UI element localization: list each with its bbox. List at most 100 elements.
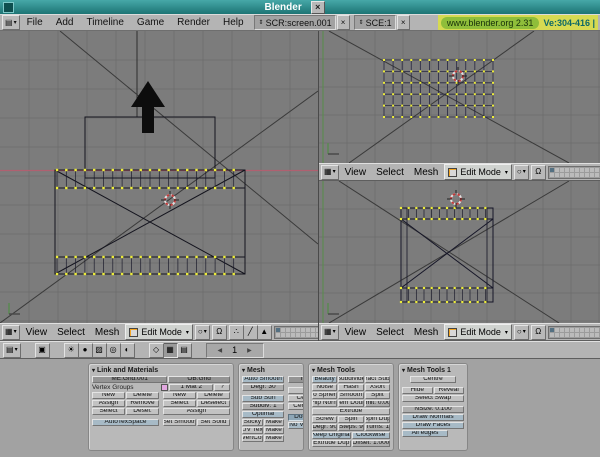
layer-cell[interactable] [281,328,285,332]
layer-cell[interactable] [590,173,594,177]
sticky-make-button[interactable]: Make [264,419,285,426]
layer-cell[interactable] [550,328,554,332]
menu-render[interactable]: Render [171,15,216,30]
layer-cell[interactable] [575,333,579,337]
layer-cell[interactable] [570,173,574,177]
double-sided-toggle[interactable]: Double Sided [288,414,304,421]
layer-cell[interactable] [301,333,305,337]
optimal-toggle[interactable]: Optimal [242,411,284,418]
layer-cell[interactable] [306,328,310,332]
turns-field[interactable]: Turns: 1 [365,424,390,431]
menu-add[interactable]: Add [50,15,80,30]
menu-file[interactable]: File [21,15,49,30]
steps-field[interactable]: Steps: 9 [338,424,363,431]
split-button[interactable]: Split [365,392,390,399]
layer-cell[interactable] [560,328,564,332]
material-new-button[interactable]: New [163,392,196,399]
layer-cell[interactable] [565,333,569,337]
layer-cell[interactable] [555,173,559,177]
layers-widget[interactable] [548,326,600,339]
centre-button[interactable]: Centre [410,376,456,383]
fract-subd-button[interactable]: Fract Subd [365,376,390,383]
layer-cell[interactable] [565,173,569,177]
select-menu[interactable]: Select [53,327,89,338]
view-menu[interactable]: View [341,327,371,338]
no-vnormal-flip-toggle[interactable]: No V.Normal Flip [288,422,304,429]
vgroup-deselect-button[interactable]: Desel. [126,408,159,415]
mesh-name-field[interactable]: ME:Grid.001 [92,376,167,383]
vertcol-make-button[interactable]: Make [264,435,285,442]
smooth-button[interactable]: Smooth [338,392,363,399]
layer-cell[interactable] [575,328,579,332]
layer-cell[interactable] [595,173,599,177]
frame-left-icon[interactable]: ◀ [217,347,222,354]
noise-button[interactable]: Noise [312,384,337,391]
layer-cell[interactable] [560,173,564,177]
subdivide-button[interactable]: Subdivide [338,376,363,383]
lamp-context-button[interactable]: ☀ [64,343,79,358]
menu-help[interactable]: Help [217,15,250,30]
screw-button[interactable]: Screw [312,416,337,423]
vgroup-remove-button[interactable]: Remove [126,400,159,407]
layer-cell[interactable] [575,173,579,177]
rem-doubles-button[interactable]: Rem Doubl [338,400,363,407]
drawtype-dropdown[interactable]: ○▾ [514,325,529,340]
layer-cell[interactable] [590,333,594,337]
subsurf-toggle[interactable]: Sub Surf [242,395,284,402]
limit-field[interactable]: Limit: 0.001 [365,400,390,407]
layer-cell[interactable] [301,328,305,332]
texture-context-button[interactable]: ▨ [93,343,107,358]
viewport-type-button[interactable]: ▦▾ [321,165,339,180]
uvtex-make-button[interactable]: Make [264,427,285,434]
panel-collapse-icon[interactable]: ▾ [242,367,245,374]
mode-dropdown[interactable]: Edit Mode ▾ [444,164,512,180]
mesh-menu[interactable]: Mesh [410,167,442,178]
layer-cell[interactable] [595,333,599,337]
viewport-top-right-canvas[interactable] [319,31,600,163]
layer-cell[interactable] [286,333,290,337]
layer-cell[interactable] [555,328,559,332]
vgroup-new-button[interactable]: New [92,392,125,399]
layers-widget[interactable] [274,326,318,339]
scene-context-button[interactable]: ▤ [178,343,192,358]
layer-cell[interactable] [595,168,599,172]
select-menu[interactable]: Select [372,167,408,178]
layer-cell[interactable] [550,168,554,172]
mode-dropdown[interactable]: Edit Mode ▾ [125,324,193,340]
screen-selector[interactable]: ⇕ SCR:screen.001 [254,15,336,30]
layer-cell[interactable] [291,328,295,332]
layer-cell[interactable] [296,328,300,332]
layer-cell[interactable] [565,328,569,332]
mesh-menu[interactable]: Mesh [91,327,123,338]
draw-normals-toggle[interactable]: Draw Normals [402,414,464,421]
layer-cell[interactable] [296,333,300,337]
layer-cell[interactable] [550,333,554,337]
spin-dup-button[interactable]: Spin Dup [365,416,390,423]
triangle-icon-button[interactable]: ▲ [258,325,272,340]
autotexspace-toggle[interactable]: AutoTexSpace [92,419,159,426]
degr-field[interactable]: Degr: 90 [312,424,337,431]
hash-button[interactable]: Hash [338,384,363,391]
layers-widget[interactable] [548,166,600,179]
layer-cell[interactable] [281,333,285,337]
beauty-toggle[interactable]: Beauty [312,376,337,383]
layer-cell[interactable] [590,328,594,332]
layer-cell[interactable] [580,173,584,177]
layer-cell[interactable] [311,328,315,332]
nsize-field[interactable]: NSize: 0.100 [402,406,464,413]
layer-cell[interactable] [306,333,310,337]
extrude-dup-button[interactable]: Extrude Dup [312,440,351,447]
frame-right-icon[interactable]: ▶ [247,347,252,354]
reveal-button[interactable]: Reveal [434,387,465,394]
draw-faces-toggle[interactable]: Draw Faces [402,422,464,429]
mode-dropdown[interactable]: Edit Mode ▾ [444,324,512,340]
editing-context-button[interactable]: ▦ [164,343,178,358]
screen-delete-icon[interactable]: × [337,15,350,30]
titlebar[interactable]: Blender × [0,0,600,14]
layer-cell[interactable] [580,333,584,337]
menu-timeline[interactable]: Timeline [81,15,130,30]
subdiv-field[interactable]: Subdiv: 1 [242,403,284,410]
texmesh-field[interactable]: TexMesh: [288,376,304,383]
material-assign-button[interactable]: Assign [163,408,230,415]
layer-cell[interactable] [565,168,569,172]
